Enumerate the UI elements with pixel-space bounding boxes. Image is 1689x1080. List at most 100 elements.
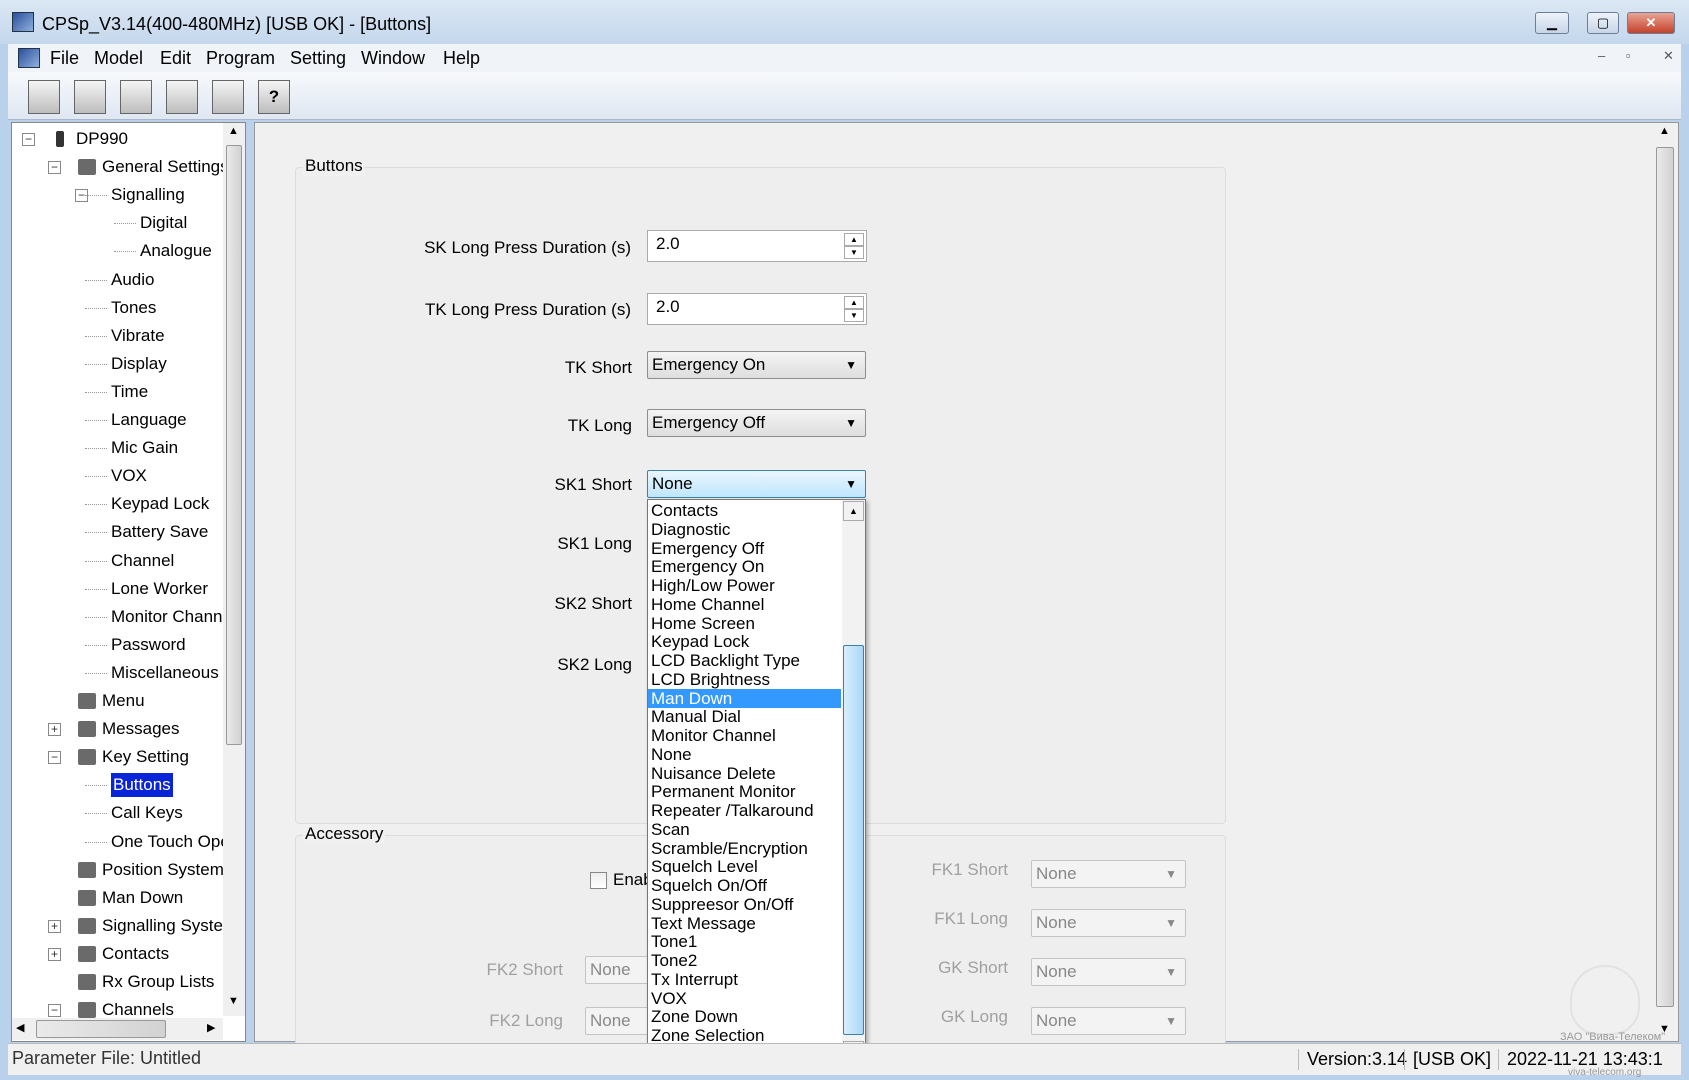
dropdown-option[interactable]: Suppreesor On/Off [648,895,841,914]
expand-icon[interactable]: + [48,723,61,737]
dropdown-option[interactable]: Text Message [648,914,841,933]
dropdown-option[interactable]: Diagnostic [648,520,841,539]
collapse-icon[interactable]: − [48,161,61,175]
gk-long-select[interactable]: None ▼ [1031,1007,1186,1035]
dropdown-option[interactable]: High/Low Power [648,576,841,595]
menu-help[interactable]: Help [443,48,480,69]
open-folder-icon[interactable] [74,80,106,114]
tree-item[interactable]: Messages [102,717,179,741]
dropdown-option[interactable]: Keypad Lock [648,632,841,651]
dropdown-option[interactable]: Zone Down [648,1007,841,1026]
tree-item[interactable]: VOX [111,464,147,488]
new-file-icon[interactable] [28,80,60,114]
tree-hscroll-thumb[interactable] [36,1020,166,1038]
tree-item[interactable]: Audio [111,268,154,292]
dropdown-option[interactable]: LCD Backlight Type [648,651,841,670]
dropdown-option[interactable]: Nuisance Delete [648,764,841,783]
dropdown-option[interactable]: Tone2 [648,951,841,970]
mdi-close-button[interactable]: ✕ [1663,48,1674,64]
scroll-right-arrow-icon[interactable]: ▶ [207,1021,215,1034]
tk-long-press-spinner[interactable]: 2.0 ▲ ▼ [647,293,867,325]
tree-vertical-scrollbar[interactable]: ▲ ▼ [223,123,245,1016]
sk1-short-select[interactable]: None ▼ [647,470,866,498]
tree-item[interactable]: Time [111,380,148,404]
fk1-long-select[interactable]: None ▼ [1031,909,1186,937]
dropdown-option[interactable]: Emergency Off [648,539,841,558]
tree-item[interactable]: Analogue [140,239,212,263]
tree-item[interactable]: Signalling [111,183,185,207]
spin-up-icon[interactable]: ▲ [844,296,864,309]
dropdown-option[interactable]: Man Down [648,688,841,708]
spin-down-icon[interactable]: ▼ [844,246,864,259]
main-scroll-thumb[interactable] [1656,147,1674,1007]
dropdown-option[interactable]: Manual Dial [648,707,841,726]
dropdown-option[interactable]: Home Channel [648,595,841,614]
maximize-button[interactable]: ▢ [1587,12,1619,34]
tree-item[interactable]: Display [111,352,167,376]
collapse-icon[interactable]: − [22,133,35,146]
fk1-short-select[interactable]: None ▼ [1031,860,1186,888]
dropdown-option[interactable]: Scan [648,820,841,839]
mdi-restore-button[interactable]: ▫ [1626,48,1631,63]
tree-item[interactable]: Lone Worker [111,577,208,601]
dropdown-option[interactable]: VOX [648,989,841,1008]
dropdown-option[interactable]: Monitor Channel [648,726,841,745]
dropdown-option[interactable]: Contacts [648,501,841,520]
menu-setting[interactable]: Setting [290,48,346,69]
tree-scroll-thumb[interactable] [226,145,242,745]
save-icon[interactable] [120,80,152,114]
menu-window[interactable]: Window [361,48,425,69]
tree-item[interactable]: Rx Group Lists [102,970,214,994]
expand-icon[interactable]: + [48,947,61,961]
scroll-up-arrow-icon[interactable]: ▲ [228,125,239,137]
scroll-up-arrow-icon[interactable]: ▲ [843,501,864,521]
menu-file[interactable]: File [50,48,79,69]
read-from-radio-icon[interactable] [166,80,198,114]
tk-short-select[interactable]: Emergency On ▼ [647,351,866,379]
tree-item[interactable]: General Settings [102,155,229,179]
tree-item[interactable]: Digital [140,211,187,235]
dropdown-option[interactable]: Repeater /Talkaround [648,801,841,820]
scroll-left-arrow-icon[interactable]: ◀ [16,1021,24,1034]
close-button[interactable]: ✕ [1627,12,1675,34]
dropdown-option[interactable]: Home Screen [648,614,841,633]
write-to-radio-icon[interactable] [212,80,244,114]
mdi-app-icon[interactable] [18,48,40,68]
tk-long-select[interactable]: Emergency Off ▼ [647,409,866,437]
tree-item[interactable]: Menu [102,689,145,713]
menu-model[interactable]: Model [94,48,143,69]
tree-item[interactable]: Vibrate [111,324,165,348]
dropdown-option[interactable]: Permanent Monitor [648,782,841,801]
tree-horizontal-scrollbar[interactable]: ◀ ▶ [12,1018,223,1040]
tree-item[interactable]: Call Keys [111,801,183,825]
menu-edit[interactable]: Edit [160,48,191,69]
dropdown-option[interactable]: Scramble/Encryption [648,839,841,858]
dropdown-option[interactable]: Emergency On [648,557,841,576]
main-vertical-scrollbar[interactable]: ▲ ▼ [1653,123,1677,1041]
enable-checkbox[interactable] [590,872,607,889]
spin-up-icon[interactable]: ▲ [844,233,864,246]
dropdown-option[interactable]: None [648,745,841,764]
scroll-down-arrow-icon[interactable]: ▼ [228,995,239,1007]
tree-item[interactable]: Keypad Lock [111,492,209,516]
navigation-tree[interactable]: − DP990 − General Settings − Signalling Digita… [11,122,246,1042]
tree-item[interactable]: Password [111,633,186,657]
tree-item[interactable]: Key Setting [102,745,189,769]
collapse-icon[interactable]: − [48,751,61,765]
dropdown-scroll-thumb[interactable] [843,645,864,1035]
dropdown-option[interactable]: Tx Interrupt [648,970,841,989]
help-book-icon[interactable]: ? [258,80,290,114]
scroll-up-arrow-icon[interactable]: ▲ [1659,125,1670,137]
dropdown-scrollbar[interactable]: ▲ ▼ [842,500,865,1064]
dropdown-option[interactable]: Squelch On/Off [648,876,841,895]
dropdown-option[interactable]: Squelch Level [648,857,841,876]
tree-item[interactable]: Monitor Channel [111,605,236,629]
tree-item[interactable]: Man Down [102,886,183,910]
tree-item[interactable]: Language [111,408,187,432]
mdi-minimize-button[interactable]: – [1598,48,1605,63]
tree-item[interactable]: Buttons [111,773,173,798]
spin-down-icon[interactable]: ▼ [844,309,864,322]
tree-item[interactable]: Mic Gain [111,436,178,460]
dropdown-option[interactable]: Tone1 [648,932,841,951]
sk-long-press-spinner[interactable]: 2.0 ▲ ▼ [647,230,867,262]
